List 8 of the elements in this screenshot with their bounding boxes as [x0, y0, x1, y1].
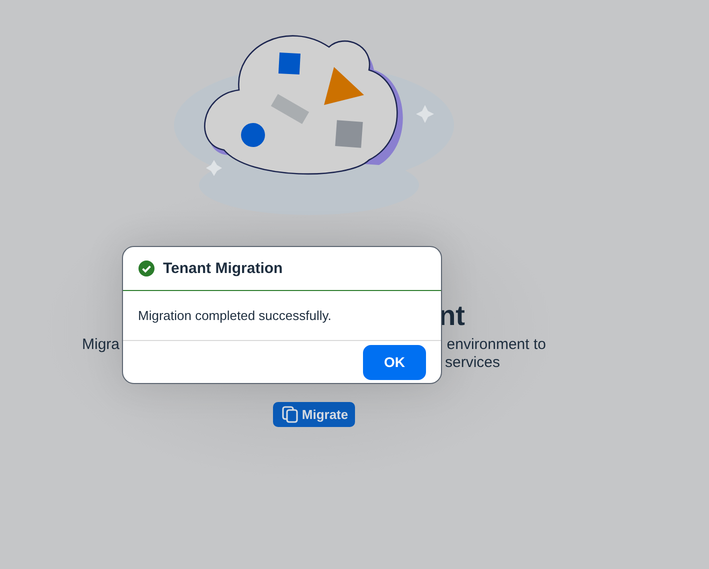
description-text: environment to	[446, 336, 546, 354]
dialog-message: Migration completed successfully.	[138, 308, 332, 323]
dialog-title: Tenant Migration	[163, 260, 283, 277]
ok-button[interactable]: OK	[363, 344, 426, 380]
description-text: Migra	[82, 336, 120, 354]
copy-icon	[282, 406, 298, 423]
description-text: services	[444, 354, 500, 372]
migrate-button[interactable]: Migrate	[272, 402, 356, 427]
